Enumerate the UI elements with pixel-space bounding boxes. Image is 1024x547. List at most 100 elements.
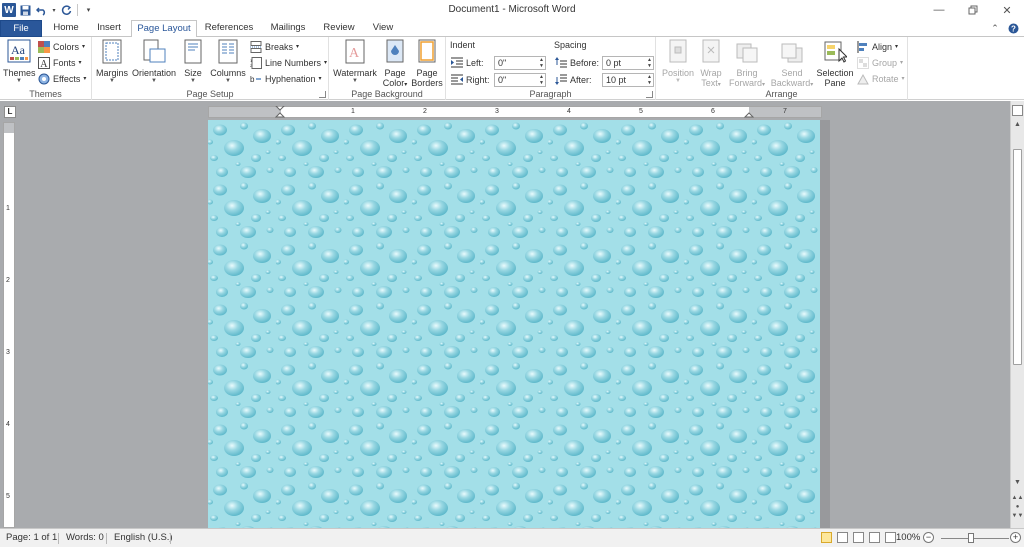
tab-home[interactable]: Home — [46, 20, 86, 37]
margins-button[interactable]: Margins ▼ — [95, 39, 129, 85]
colors-button[interactable]: Colors ▾ — [38, 39, 85, 54]
spacing-before-input[interactable]: 0 pt ▲ ▼ — [602, 55, 654, 70]
right-indent-marker-icon[interactable] — [744, 112, 754, 118]
select-browse-object-icon[interactable]: ● — [1011, 504, 1024, 510]
page-setup-launcher-icon[interactable] — [319, 91, 326, 98]
scroll-down-icon[interactable]: ▼ — [1011, 479, 1024, 486]
hyphenation-button[interactable]: b Hyphenation ▾ — [250, 71, 322, 86]
web-layout-view-icon[interactable] — [853, 532, 864, 543]
word-count[interactable]: Words: 0 — [66, 532, 104, 543]
align-button[interactable]: Align ▾ — [857, 39, 898, 54]
vertical-ruler[interactable]: 1 2 3 4 5 — [3, 122, 15, 528]
close-icon[interactable]: ✕ — [990, 0, 1024, 20]
minimize-ribbon-icon[interactable]: ⌃ — [988, 21, 1002, 35]
selection-pane-button[interactable]: Selection Pane — [816, 39, 854, 88]
watermark-caret: ▼ — [352, 78, 358, 84]
undo-dropdown-icon[interactable]: ▾ — [51, 3, 57, 17]
group-label: Group — [872, 57, 898, 68]
undo-icon[interactable] — [35, 3, 48, 17]
themes-button[interactable]: Aa Themes ▼ — [3, 39, 36, 85]
position-button[interactable]: Position ▼ — [659, 39, 697, 85]
bring-forward-button[interactable]: Bring Forward▾ — [727, 39, 767, 88]
zoom-slider-thumb[interactable] — [968, 533, 974, 543]
indent-right-spinner-icon[interactable]: ▲ ▼ — [539, 74, 544, 86]
indent-left-icon — [451, 57, 463, 68]
effects-label: Effects — [53, 73, 81, 84]
indent-left-input[interactable]: 0" ▲ ▼ — [494, 55, 546, 70]
outline-view-icon[interactable] — [869, 532, 880, 543]
paragraph-group-label: Paragraph — [529, 89, 572, 99]
document-page[interactable] — [208, 120, 820, 528]
spacing-after-spinner-icon[interactable]: ▲ ▼ — [647, 74, 652, 86]
bring-forward-label-1: Bring — [736, 68, 758, 78]
redo-icon[interactable] — [60, 3, 73, 17]
horizontal-ruler[interactable]: 1 2 3 4 5 6 7 — [208, 106, 822, 118]
spacing-before-label: Before: — [570, 57, 600, 68]
ruler-number: 3 — [495, 108, 499, 115]
fonts-button[interactable]: A Fonts ▾ — [38, 55, 82, 70]
line-numbers-button[interactable]: 12 Line Numbers ▾ — [250, 55, 327, 70]
vertical-scrollbar[interactable]: ▲ ▼ ▲▲ ● ▼▼ — [1010, 101, 1024, 528]
tab-references[interactable]: References — [200, 20, 258, 37]
rotate-button[interactable]: Rotate ▾ — [857, 71, 905, 86]
breaks-button[interactable]: Breaks ▾ — [250, 39, 299, 54]
language[interactable]: English (U.S.) — [114, 532, 173, 543]
arrange-group: Position ▼ Wrap Text▾ Bring Forward▾ Sen… — [656, 37, 908, 100]
group-icon — [857, 56, 869, 69]
page-color-label-1: Page — [384, 68, 406, 78]
size-caret: ▼ — [190, 78, 196, 84]
wrap-text-caret: ▾ — [717, 82, 721, 88]
tab-view[interactable]: View — [364, 20, 402, 37]
print-layout-view-icon[interactable] — [821, 532, 832, 543]
spacing-after-input[interactable]: 10 pt ▲ ▼ — [602, 72, 654, 87]
ruler-number: 5 — [639, 108, 643, 115]
group-button[interactable]: Group ▾ — [857, 55, 903, 70]
tab-file[interactable]: File — [0, 20, 42, 37]
restore-icon[interactable] — [956, 0, 990, 20]
orientation-button[interactable]: Orientation ▼ — [130, 39, 178, 85]
paragraph-launcher-icon[interactable] — [646, 91, 653, 98]
watermark-button[interactable]: A Watermark ▼ — [332, 39, 378, 85]
next-page-icon[interactable]: ▼▼ — [1011, 513, 1024, 519]
help-icon[interactable]: ? — [1006, 21, 1020, 35]
orientation-label: Orientation — [131, 68, 177, 78]
full-screen-reading-view-icon[interactable] — [837, 532, 848, 543]
page-count[interactable]: Page: 1 of 1 — [6, 532, 57, 543]
line-numbers-icon: 12 — [250, 56, 262, 69]
draft-view-icon[interactable] — [885, 532, 896, 543]
ribbon: Aa Themes ▼ Colors ▾ A Fonts ▾ Effects ▾ Th… — [0, 37, 1024, 100]
indent-right-input[interactable]: 0" ▲ ▼ — [494, 72, 546, 87]
tab-selector-icon[interactable]: L — [4, 106, 16, 118]
wrap-text-button[interactable]: Wrap Text▾ — [697, 39, 725, 88]
scrollbar-thumb[interactable] — [1013, 149, 1022, 365]
fonts-label: Fonts — [53, 57, 76, 68]
zoom-in-icon[interactable]: + — [1010, 532, 1021, 543]
tab-review[interactable]: Review — [318, 20, 360, 37]
previous-page-icon[interactable]: ▲▲ — [1011, 495, 1024, 501]
spacing-after-value: 10 pt — [606, 74, 627, 85]
indent-left-spinner-icon[interactable]: ▲ ▼ — [539, 57, 544, 69]
effects-button[interactable]: Effects ▾ — [38, 71, 86, 86]
zoom-slider[interactable] — [941, 538, 1009, 539]
send-backward-caret: ▾ — [810, 82, 814, 88]
send-backward-button[interactable]: Send Backward▾ — [769, 39, 815, 88]
minimize-icon[interactable]: — — [922, 0, 956, 20]
size-button[interactable]: Size ▼ — [180, 39, 206, 85]
zoom-level[interactable]: 100% — [896, 532, 920, 543]
columns-button[interactable]: Columns ▼ — [208, 39, 248, 85]
scroll-up-icon[interactable]: ▲ — [1011, 121, 1024, 128]
customize-qat-icon[interactable]: ▾ — [82, 3, 95, 17]
page-color-button[interactable]: Page Color▾ — [380, 39, 410, 88]
bring-forward-label-2: Forward — [728, 78, 762, 88]
page-borders-button[interactable]: Page Borders — [411, 39, 443, 88]
save-icon[interactable] — [19, 3, 32, 17]
indent-marker-icon[interactable] — [275, 106, 285, 118]
zoom-out-icon[interactable]: − — [923, 532, 934, 543]
spacing-before-spinner-icon[interactable]: ▲ ▼ — [647, 57, 652, 69]
word-logo-icon[interactable]: W — [2, 3, 16, 17]
tab-mailings[interactable]: Mailings — [262, 20, 314, 37]
tab-page-layout[interactable]: Page Layout — [131, 20, 197, 38]
tab-insert[interactable]: Insert — [88, 20, 130, 37]
view-ruler-icon[interactable] — [1012, 105, 1023, 116]
page-setup-group: Margins ▼ Orientation ▼ Size ▼ Columns ▼ — [92, 37, 329, 100]
